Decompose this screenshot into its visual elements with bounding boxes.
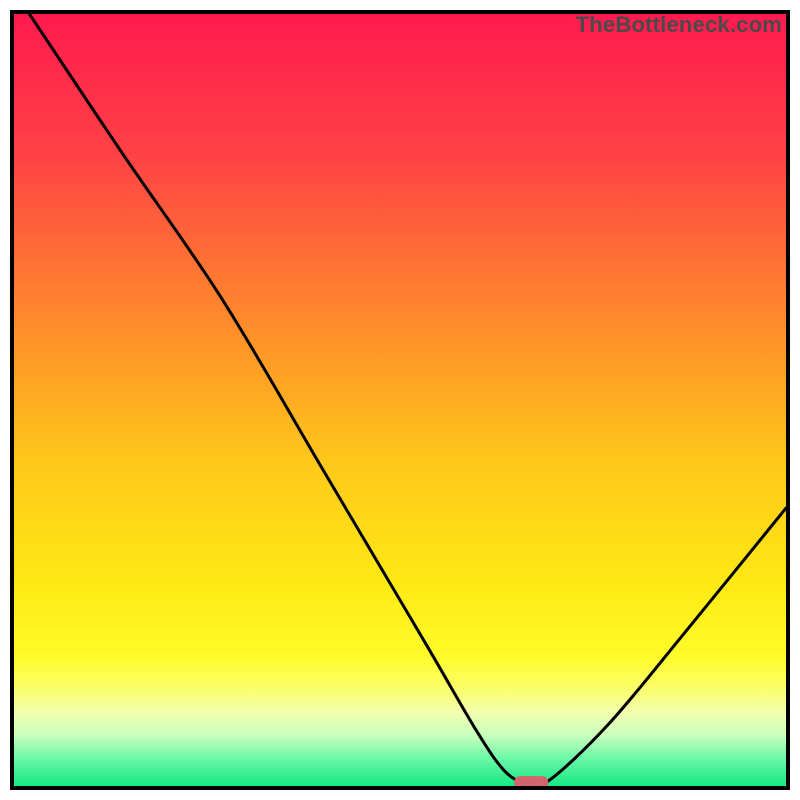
chart-frame: TheBottleneck.com	[10, 10, 790, 790]
bottleneck-chart	[14, 14, 786, 786]
optimal-marker	[514, 776, 548, 786]
gradient-background	[14, 14, 786, 786]
watermark-text: TheBottleneck.com	[576, 12, 782, 38]
